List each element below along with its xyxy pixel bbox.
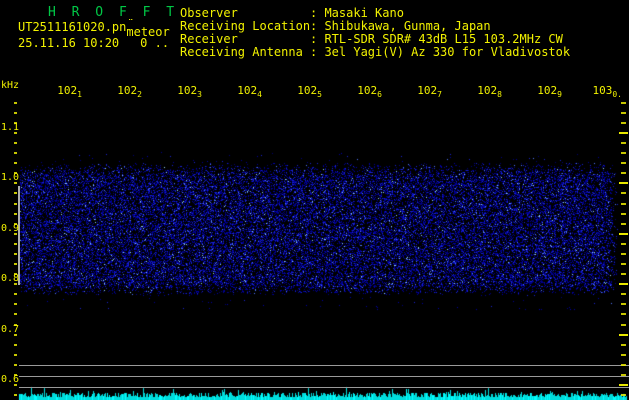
reference-line	[19, 365, 629, 366]
freq-tick-right	[621, 223, 626, 225]
info-label: Observer	[180, 6, 238, 20]
freq-tick-right	[621, 374, 626, 376]
freq-tick-left	[14, 152, 17, 154]
freq-label-0-9: 0.9	[1, 223, 20, 234]
filename-marks: ¨	[127, 17, 134, 30]
freq-tick-left	[14, 102, 17, 104]
freq-tick-right	[621, 142, 626, 144]
info-value: Shibukawa, Gunma, Japan	[324, 19, 491, 33]
info-value: Masaki Kano	[324, 6, 404, 20]
freq-tick-right	[621, 192, 626, 194]
info-separator: :	[310, 6, 325, 20]
freq-tick-right	[621, 122, 626, 124]
freq-tick-right	[619, 384, 628, 386]
freq-tick-left	[14, 213, 17, 215]
info-row-observer: Observer: Masaki Kano	[180, 6, 404, 20]
freq-tick-right	[621, 344, 626, 346]
freq-tick-left	[14, 263, 17, 265]
spectrogram-canvas	[0, 0, 629, 400]
freq-tick-left	[14, 162, 17, 164]
freq-tick-right	[621, 303, 626, 305]
freq-label-0-8: 0.8	[1, 273, 20, 284]
time-label-1028: 1028	[477, 84, 502, 99]
filename-row: UT2511161020.pn ¨ meteor	[18, 17, 170, 39]
freq-tick-right	[621, 162, 626, 164]
freq-axis-unit: kHz	[1, 80, 20, 91]
band-marker-line	[18, 186, 20, 285]
echo-count: 0 ..	[140, 36, 170, 50]
freq-label-1-0: 1.0	[1, 172, 20, 183]
reference-line	[19, 387, 629, 388]
info-label: Receiving Location	[180, 19, 311, 33]
freq-label-0-7: 0.7	[1, 324, 20, 335]
app-title: H R O F F T	[48, 5, 179, 20]
time-label-1025: 1025	[297, 84, 322, 99]
datetime-row: 25.11.16 10:20 0 ..	[18, 36, 169, 50]
freq-tick-right	[621, 203, 626, 205]
freq-tick-right	[621, 324, 626, 326]
freq-tick-right	[621, 273, 626, 275]
freq-tick-right	[621, 152, 626, 154]
time-label-1027: 1027	[417, 84, 442, 99]
freq-tick-right	[621, 263, 626, 265]
info-row-antenna: Receiving Antenna: 3el Yagi(V) Az 330 fo…	[180, 45, 570, 59]
freq-tick-right	[619, 182, 628, 184]
freq-tick-right	[621, 102, 626, 104]
freq-tick-left	[14, 243, 17, 245]
freq-tick-right	[621, 313, 626, 315]
freq-tick-right	[621, 354, 626, 356]
freq-label-0-6: 0.6	[1, 374, 20, 385]
freq-tick-left	[14, 394, 17, 396]
freq-tick-right	[619, 233, 628, 235]
time-label-1022: 1022	[117, 84, 142, 99]
info-row-location: Receiving Location: Shibukawa, Gunma, Ja…	[180, 19, 491, 33]
freq-tick-left	[14, 303, 17, 305]
time-label-1029: 1029	[537, 84, 562, 99]
info-label: Receiving Antenna	[180, 45, 303, 59]
freq-tick-left	[14, 192, 17, 194]
freq-tick-right	[621, 243, 626, 245]
info-separator: :	[310, 19, 325, 33]
info-value: 3el Yagi(V) Az 330 for Vladivostok	[324, 45, 571, 59]
datetime-text: 25.11.16 10:20	[18, 36, 120, 50]
freq-tick-right	[621, 172, 626, 174]
freq-tick-right	[621, 394, 626, 396]
freq-tick-left	[14, 253, 17, 255]
time-label-1024: 1024	[237, 84, 262, 99]
filename-text: UT2511161020.pn	[18, 20, 127, 34]
freq-tick-left	[14, 364, 17, 366]
freq-tick-right	[621, 293, 626, 295]
freq-tick-left	[14, 313, 17, 315]
info-row-receiver: Receiver: RTL-SDR SDR# 43dB L15 103.2MHz…	[180, 32, 563, 46]
info-separator: :	[310, 45, 325, 59]
time-label-1026: 1026	[357, 84, 382, 99]
freq-tick-right	[621, 364, 626, 366]
freq-tick-right	[621, 213, 626, 215]
freq-tick-right	[619, 132, 628, 134]
freq-tick-left	[14, 112, 17, 114]
freq-tick-right	[621, 112, 626, 114]
info-value: RTL-SDR SDR# 43dB L15 103.2MHz CW	[324, 32, 563, 46]
freq-label-1-1: 1.1	[1, 122, 20, 133]
hrofft-output-image: H R O F F T UT2511161020.pn ¨ meteor 25.11…	[0, 0, 629, 400]
freq-tick-right	[621, 253, 626, 255]
freq-tick-left	[14, 142, 17, 144]
time-label-1023: 1023	[177, 84, 202, 99]
info-separator: :	[310, 32, 325, 46]
freq-tick-left	[14, 203, 17, 205]
freq-tick-left	[14, 293, 17, 295]
freq-tick-right	[619, 334, 628, 336]
reference-line	[19, 376, 629, 377]
freq-tick-right	[619, 283, 628, 285]
time-label-1030: 1030.	[592, 84, 622, 99]
freq-tick-left	[14, 354, 17, 356]
freq-tick-left	[14, 344, 17, 346]
time-label-1021: 1021	[57, 84, 82, 99]
info-label: Receiver	[180, 32, 238, 46]
